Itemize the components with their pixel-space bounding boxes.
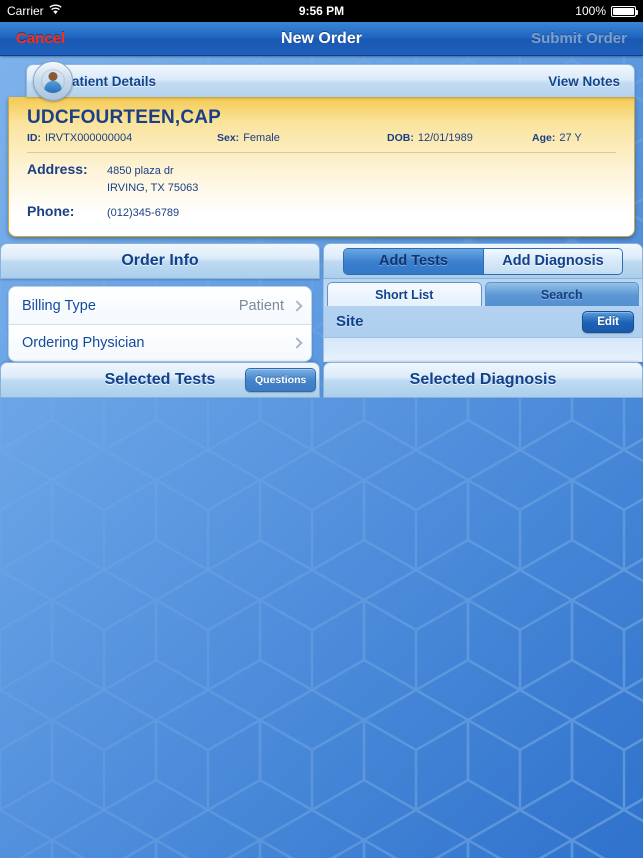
add-items-tabs: Short List Search: [324, 279, 642, 306]
patient-details-section: Patient Details View Notes UDCFOURTEEN,C…: [0, 56, 643, 237]
address-line-1: 4850 plaza dr: [107, 165, 174, 177]
add-items-header: Add Tests Add Diagnosis: [323, 243, 643, 279]
patient-dob-label: DOB:: [387, 132, 414, 144]
patient-meta-row: ID: IRVTX000000004 Sex: Female DOB: 12/0…: [27, 132, 616, 153]
patient-contact-block: Address: 4850 plaza dr IRVING, TX 75063 …: [27, 153, 616, 224]
site-label: Site: [336, 313, 364, 330]
patient-sex-label: Sex:: [217, 132, 240, 144]
selected-tests-header: Selected Tests Questions: [0, 362, 320, 398]
phone-value: (012)345-6789: [107, 207, 180, 219]
patient-info-card: UDCFOURTEEN,CAP ID: IRVTX000000004 Sex: …: [8, 97, 635, 237]
battery-full-icon: [611, 5, 638, 17]
status-bar-time: 9:56 PM: [298, 4, 345, 18]
patient-avatar-icon: [33, 61, 73, 101]
row-ordering-physician[interactable]: Ordering Physician: [9, 324, 311, 361]
patient-details-title: Patient Details: [63, 73, 157, 89]
segment-add-tests[interactable]: Add Tests: [344, 248, 483, 274]
add-items-segmented-control[interactable]: Add Tests Add Diagnosis: [343, 247, 623, 275]
patient-address-row-2: IRVING, TX 75063: [27, 182, 616, 203]
patient-details-header: Patient Details View Notes: [26, 61, 635, 101]
edit-site-button[interactable]: Edit: [582, 310, 634, 333]
main-panels: Order Info Billing Type Patient Ordering…: [0, 237, 643, 362]
add-items-panel: Add Tests Add Diagnosis Short List Searc…: [323, 243, 643, 362]
chevron-right-icon: [291, 299, 303, 312]
ordering-physician-label: Ordering Physician: [22, 335, 145, 351]
patient-sex-field: Sex: Female: [217, 132, 387, 144]
status-bar: Carrier 9:56 PM 100%: [0, 0, 643, 22]
chevron-right-icon: [291, 337, 303, 349]
patient-age-value: 27 Y: [559, 132, 582, 144]
address-line-2: IRVING, TX 75063: [107, 182, 199, 194]
tab-search[interactable]: Search: [484, 282, 639, 306]
order-info-header: Order Info: [0, 243, 320, 279]
tab-short-list[interactable]: Short List: [327, 282, 482, 306]
selected-diagnosis-panel: Selected Diagnosis: [323, 362, 643, 398]
app-root: Carrier 9:56 PM 100% Cancel New Order Su…: [0, 0, 643, 858]
view-notes-button[interactable]: View Notes: [548, 74, 620, 89]
questions-button[interactable]: Questions: [245, 368, 317, 392]
billing-type-value: Patient: [238, 297, 284, 314]
order-info-list: Billing Type Patient Ordering Physician: [8, 286, 312, 362]
patient-dob-value: 12/01/1989: [417, 132, 473, 144]
submit-order-button[interactable]: Submit Order: [531, 30, 627, 47]
order-info-panel: Order Info Billing Type Patient Ordering…: [0, 243, 320, 362]
patient-phone-row: Phone: (012)345-6789: [27, 203, 616, 224]
patient-name: UDCFOURTEEN,CAP: [27, 107, 222, 128]
address-label: Address:: [27, 161, 88, 177]
phone-label: Phone:: [27, 203, 75, 219]
row-billing-type[interactable]: Billing Type Patient: [9, 287, 311, 324]
bottom-panels: Selected Tests Questions Selected Diagno…: [0, 362, 643, 398]
patient-sex-value: Female: [243, 132, 280, 144]
selected-tests-title: Selected Tests: [104, 371, 216, 388]
patient-age-label: Age:: [532, 132, 556, 144]
selected-tests-panel: Selected Tests Questions: [0, 362, 320, 398]
battery-percent-label: 100%: [575, 4, 606, 18]
patient-dob-field: DOB: 12/01/1989: [387, 132, 532, 144]
segment-add-diagnosis[interactable]: Add Diagnosis: [483, 248, 622, 274]
billing-type-label: Billing Type: [22, 297, 96, 314]
selected-diagnosis-title: Selected Diagnosis: [409, 371, 557, 388]
navigation-bar: Cancel New Order Submit Order: [0, 22, 643, 56]
patient-age-field: Age: 27 Y: [532, 132, 582, 144]
cancel-button[interactable]: Cancel: [16, 30, 65, 47]
selected-diagnosis-header: Selected Diagnosis: [323, 362, 643, 398]
patient-id-label: ID:: [27, 132, 41, 144]
order-info-title: Order Info: [121, 252, 199, 269]
order-info-body: Billing Type Patient Ordering Physician: [0, 279, 320, 362]
site-row: Site Edit: [324, 306, 642, 338]
patient-id-field: ID: IRVTX000000004: [27, 132, 217, 144]
patient-id-value: IRVTX000000004: [45, 132, 133, 144]
patient-address-row: Address: 4850 plaza dr: [27, 161, 616, 182]
add-items-body: Short List Search Site Edit: [323, 279, 643, 362]
